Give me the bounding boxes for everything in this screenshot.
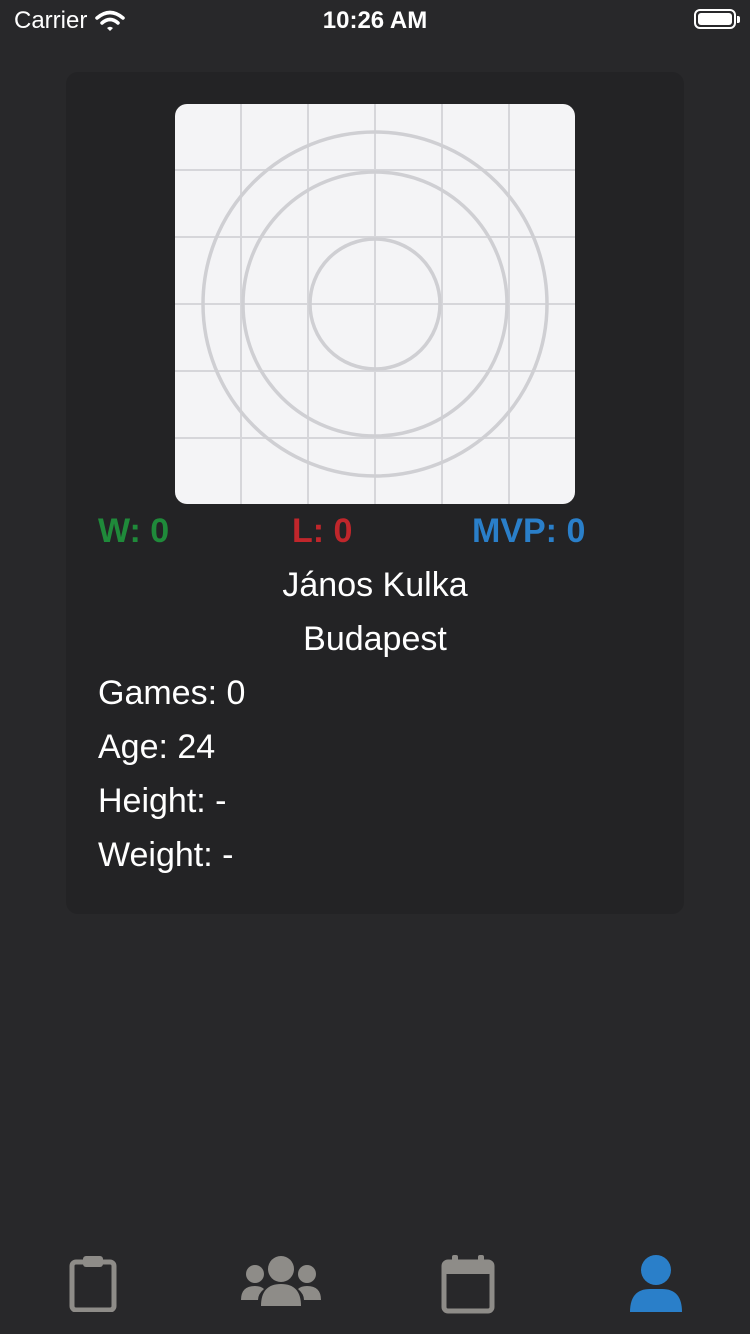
tab-bar bbox=[0, 1240, 750, 1334]
clipboard-icon bbox=[69, 1256, 117, 1312]
tab-teams[interactable] bbox=[241, 1254, 321, 1334]
profile-photo[interactable] bbox=[175, 104, 575, 504]
stats-row: W: 0 L: 0 MVP: 0 bbox=[98, 512, 652, 552]
tab-calendar[interactable] bbox=[428, 1254, 508, 1334]
status-bar: Carrier 10:26 AM bbox=[0, 0, 750, 40]
clock: 10:26 AM bbox=[322, 7, 428, 34]
games-count: Games: 0 bbox=[98, 674, 246, 712]
height-value: Height: - bbox=[98, 782, 227, 820]
tab-profile[interactable] bbox=[616, 1254, 696, 1334]
player-name: János Kulka bbox=[282, 566, 468, 604]
mvp-stat: MVP: 0 bbox=[472, 512, 586, 550]
losses-stat: L: 0 bbox=[292, 512, 353, 550]
user-icon bbox=[630, 1255, 682, 1312]
battery-icon bbox=[694, 9, 740, 29]
wins-stat: W: 0 bbox=[98, 512, 170, 550]
placeholder-image-icon bbox=[175, 104, 575, 504]
users-icon bbox=[241, 1256, 321, 1306]
age-value: Age: 24 bbox=[98, 728, 216, 766]
player-city: Budapest bbox=[303, 620, 447, 658]
profile-card: W: 0 L: 0 MVP: 0 János Kulka Budapest Ga… bbox=[66, 72, 684, 914]
weight-value: Weight: - bbox=[98, 836, 234, 874]
calendar-icon bbox=[441, 1255, 495, 1314]
tab-clipboard[interactable] bbox=[53, 1254, 133, 1334]
